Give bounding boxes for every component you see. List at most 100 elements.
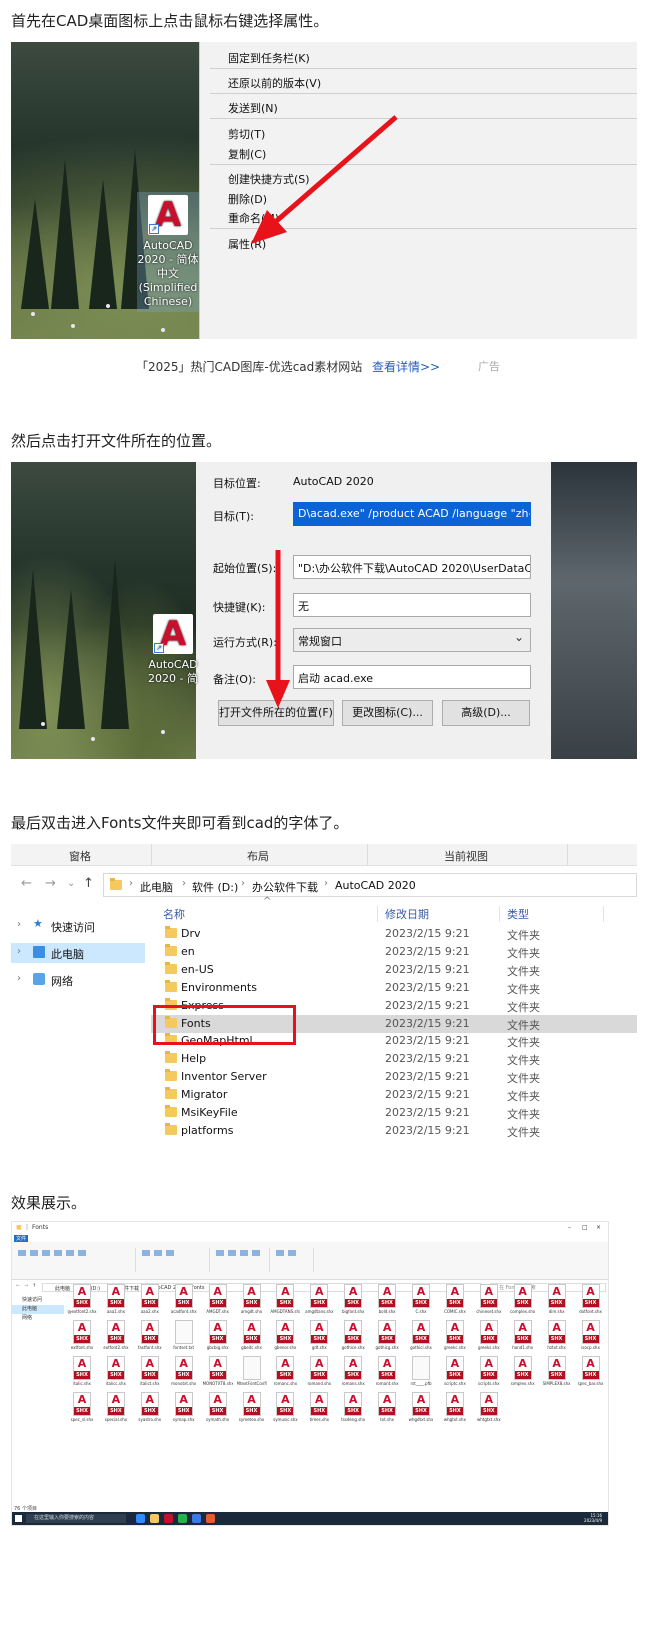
font-file-item[interactable]: A SHX special.shx	[104, 1392, 128, 1429]
table-row[interactable]: Migrator 2023/2/15 9:21 文件夹	[151, 1086, 637, 1104]
app-icon[interactable]	[206, 1514, 215, 1523]
task-view-icon[interactable]	[136, 1514, 145, 1523]
font-file-item[interactable]: A SHX amgdtans.shx	[305, 1284, 333, 1321]
nav-item-this-pc[interactable]: › 此电脑	[11, 943, 145, 963]
table-row[interactable]: en 2023/2/15 9:21 文件夹	[151, 943, 637, 961]
font-file-item[interactable]: A SHX greekc.shx	[443, 1320, 467, 1357]
close-icon[interactable]: ×	[596, 1224, 601, 1231]
breadcrumb-this-pc[interactable]: 此电脑	[55, 1285, 70, 1292]
font-file-item[interactable]: A SHX AMGDTANS.shx	[270, 1284, 300, 1321]
ribbon-group-current-view[interactable]: 当前视图	[444, 848, 488, 864]
up-arrow-icon[interactable]: ↑	[32, 1283, 36, 1289]
font-file-item[interactable]: A SHX romant.shx	[375, 1356, 399, 1393]
breadcrumb-this-pc[interactable]: 此电脑	[140, 879, 173, 895]
nav-item-this-pc[interactable]: 此电脑	[12, 1305, 64, 1314]
font-file-item[interactable]: A SHX scripts.shx	[477, 1356, 501, 1393]
font-file-item[interactable]: A SHX aaa2.shx	[138, 1284, 162, 1321]
font-file-item[interactable]: A SHX italic.shx	[70, 1356, 94, 1393]
font-file-item[interactable]: rst____.pfb	[409, 1356, 433, 1393]
font-file-item[interactable]: A SHX AMGDT.shx	[206, 1284, 230, 1321]
font-file-item[interactable]: A SHX aaa1.shx	[104, 1284, 128, 1321]
font-file-item[interactable]: A SHX tssdeng.shx	[341, 1392, 365, 1429]
font-file-item[interactable]: A SHX complex.shx	[510, 1284, 535, 1321]
font-file-item[interactable]: A SHX spec_sl.shx	[70, 1392, 94, 1429]
font-file-item[interactable]: A SHX spec_bar.shx	[578, 1356, 603, 1393]
font-file-item[interactable]: A SHX simplex.shx	[511, 1356, 535, 1393]
column-header-name[interactable]: 名称	[163, 906, 185, 922]
maximize-icon[interactable]: □	[582, 1224, 588, 1231]
font-file-item[interactable]: A SHX gbeitc.shx	[240, 1320, 264, 1357]
font-file-item[interactable]: A SHX whgdtxt.shx	[409, 1392, 433, 1429]
table-row[interactable]: Inventor Server 2023/2/15 9:21 文件夹	[151, 1068, 637, 1086]
font-file-item[interactable]: A SHX symath.shx	[206, 1392, 230, 1429]
font-file-item[interactable]: A SHX amgdt.shx	[240, 1284, 264, 1321]
font-file-item[interactable]: A SHX scriptc.shx	[443, 1356, 467, 1393]
font-file-item[interactable]: A SHX greeks.shx	[477, 1320, 501, 1357]
font-file-item[interactable]: A SHX italict.shx	[138, 1356, 162, 1393]
font-file-item[interactable]: MtextFontConfig.xml	[237, 1356, 267, 1393]
back-arrow-icon[interactable]: ←	[16, 1283, 20, 1289]
font-file-item[interactable]: A SHX @extfont2.shx	[67, 1284, 97, 1321]
font-file-item[interactable]: A SHX symusic.shx	[273, 1392, 298, 1429]
taskbar-search[interactable]: 在这里输入你要搜索的内容	[26, 1514, 126, 1523]
table-row[interactable]: Environments 2023/2/15 9:21 文件夹	[151, 979, 637, 997]
font-file-item[interactable]: A SHX fastfont.shx	[138, 1320, 162, 1357]
font-file-item[interactable]: A SHX symap.shx	[172, 1392, 196, 1429]
ribbon-group-layout[interactable]: 布局	[247, 848, 269, 864]
font-file-item[interactable]: A SHX gbcbig.shx	[206, 1320, 230, 1357]
forward-arrow-icon[interactable]: →	[24, 1283, 28, 1289]
breadcrumb-autocad-2020[interactable]: AutoCAD 2020	[335, 879, 416, 892]
ad-details-link[interactable]: 查看详情>>	[372, 358, 440, 375]
browser-icon[interactable]	[192, 1514, 201, 1523]
font-file-item[interactable]: A SHX syastro.shx	[138, 1392, 162, 1429]
font-file-item[interactable]: A SHX symeteo.shx	[239, 1392, 264, 1429]
minimize-icon[interactable]: –	[568, 1224, 571, 1231]
breadcrumb[interactable]: › 此电脑 › 软件 (D:) › 办公软件下载 › AutoCAD 2020	[103, 873, 637, 897]
font-file-item[interactable]: A SHX txt.shx	[375, 1392, 399, 1429]
font-file-item[interactable]: A SHX C.shx	[409, 1284, 433, 1321]
nav-item-quick-access[interactable]: 快速访问	[12, 1296, 64, 1305]
font-file-item[interactable]: A SHX dotfont.shx	[579, 1284, 603, 1321]
nav-item-quick-access[interactable]: › ★ 快速访问	[11, 916, 145, 936]
up-arrow-icon[interactable]: ↑	[83, 876, 94, 891]
font-file-item[interactable]: A SHX romans.shx	[341, 1356, 365, 1393]
back-arrow-icon[interactable]: ←	[21, 876, 32, 891]
table-row[interactable]: Help 2023/2/15 9:21 文件夹	[151, 1050, 637, 1068]
ribbon-group-pane[interactable]: 窗格	[69, 848, 91, 864]
font-file-item[interactable]: A SHX dim.shx	[545, 1284, 569, 1321]
nav-item-network[interactable]: 网络	[12, 1314, 64, 1323]
font-file-item[interactable]: A SHX hand1.shx	[511, 1320, 535, 1357]
column-header-type[interactable]: 类型	[507, 906, 529, 922]
font-file-item[interactable]: fontset.txt	[172, 1320, 196, 1357]
font-file-item[interactable]: A SHX SIMPLEX8.shx	[543, 1356, 571, 1393]
font-file-item[interactable]: A SHX romanc.shx	[273, 1356, 297, 1393]
font-file-item[interactable]: A SHX romand.shx	[307, 1356, 331, 1393]
autocad-taskbar-icon[interactable]	[164, 1514, 173, 1523]
font-file-item[interactable]: A SHX acadfont.shx	[171, 1284, 197, 1321]
font-file-item[interactable]: A SHX monotxt.shx	[171, 1356, 196, 1393]
font-file-item[interactable]: A SHX bold.shx	[375, 1284, 399, 1321]
font-file-item[interactable]: A SHX italicc.shx	[104, 1356, 128, 1393]
windows-start-icon[interactable]	[15, 1515, 22, 1522]
font-file-item[interactable]: A SHX extfont2.shx	[103, 1320, 128, 1357]
explorer-icon[interactable]	[150, 1514, 159, 1523]
font-file-item[interactable]: A SHX times.shx	[307, 1392, 331, 1429]
font-file-item[interactable]: A SHX hztxt.shx	[545, 1320, 569, 1357]
font-file-item[interactable]: A SHX MONOTXT8.shx	[203, 1356, 233, 1393]
font-file-item[interactable]: A SHX gothicg.shx	[375, 1320, 399, 1357]
ad-text[interactable]: 「2025」热门CAD图库-优选cad素材网站	[136, 358, 362, 375]
column-header-date[interactable]: 修改日期	[385, 906, 429, 922]
font-file-item[interactable]: A SHX gbenor.shx	[273, 1320, 297, 1357]
nav-item-network[interactable]: › 网络	[11, 970, 145, 990]
font-file-item[interactable]: A SHX extfont.shx	[70, 1320, 94, 1357]
font-file-item[interactable]: A SHX gothici.shx	[409, 1320, 433, 1357]
wechat-icon[interactable]	[178, 1514, 187, 1523]
font-file-item[interactable]: A SHX gothice.shx	[341, 1320, 365, 1357]
font-file-item[interactable]: A SHX chineset.shx	[476, 1284, 501, 1321]
table-row[interactable]: en-US 2023/2/15 9:21 文件夹	[151, 961, 637, 979]
font-file-item[interactable]: A SHX isocp.shx	[579, 1320, 603, 1357]
font-file-item[interactable]: A SHX whtgtxt.shx	[477, 1392, 501, 1429]
tab-file[interactable]: 文件	[14, 1235, 28, 1242]
chevron-down-icon[interactable]: ⌄	[67, 878, 75, 889]
forward-arrow-icon[interactable]: →	[45, 876, 56, 891]
